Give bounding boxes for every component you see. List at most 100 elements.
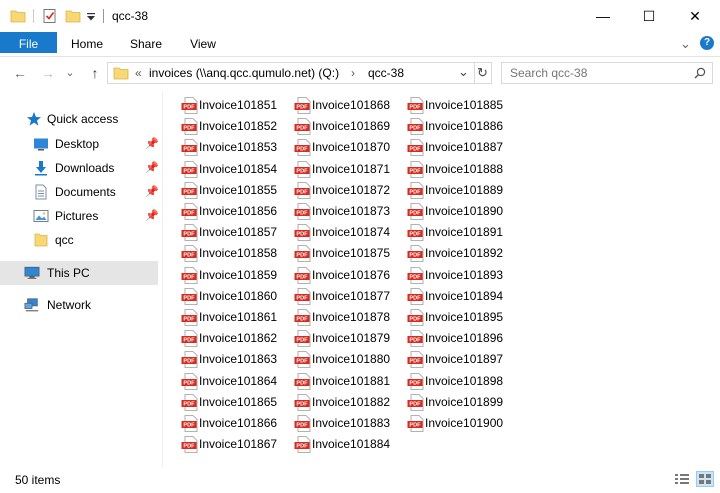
list-item[interactable]: PDF Invoice101871 — [283, 159, 395, 180]
list-item[interactable]: PDF Invoice101854 — [170, 159, 282, 180]
list-item[interactable]: PDF Invoice101891 — [396, 222, 508, 243]
search-input[interactable] — [510, 65, 690, 81]
list-item[interactable]: PDF Invoice101886 — [396, 116, 508, 137]
list-item[interactable]: PDF Invoice101867 — [170, 434, 282, 455]
breadcrumb-separator[interactable]: › — [351, 66, 355, 80]
breadcrumb-overflow[interactable]: « — [135, 66, 142, 80]
list-item[interactable]: PDF Invoice101872 — [283, 180, 395, 201]
list-item[interactable]: PDF Invoice101892 — [396, 243, 508, 264]
file-name: Invoice101852 — [199, 119, 278, 134]
sidebar-item-qcc[interactable]: qcc — [0, 228, 160, 252]
pdf-file-icon: PDF — [407, 393, 424, 411]
pdf-file-icon: PDF — [181, 160, 198, 178]
sidebar-item-quick-access[interactable]: Quick access — [0, 107, 160, 131]
pdf-file-icon: PDF — [181, 245, 198, 263]
list-item[interactable]: PDF Invoice101864 — [170, 371, 282, 392]
sidebar-item-pictures[interactable]: Pictures 📌 — [0, 204, 160, 228]
list-item[interactable]: PDF Invoice101885 — [396, 95, 508, 116]
sidebar-item-label: This PC — [47, 266, 90, 280]
pane-splitter[interactable] — [162, 92, 163, 467]
list-item[interactable]: PDF Invoice101857 — [170, 222, 282, 243]
pin-icon[interactable]: 📌 — [145, 161, 159, 174]
list-item[interactable]: PDF Invoice101856 — [170, 201, 282, 222]
tab-share[interactable]: Share — [121, 32, 171, 56]
list-item[interactable]: PDF Invoice101878 — [283, 307, 395, 328]
address-dropdown-icon[interactable]: ⌄ — [458, 64, 469, 80]
recent-locations-icon[interactable]: ⌄ — [62, 65, 78, 81]
pin-icon[interactable]: 📌 — [145, 209, 159, 222]
list-item[interactable]: PDF Invoice101870 — [283, 137, 395, 158]
list-item[interactable]: PDF Invoice101894 — [396, 286, 508, 307]
search-box[interactable] — [501, 62, 713, 84]
list-item[interactable]: PDF Invoice101899 — [396, 392, 508, 413]
up-arrow-icon[interactable]: ↑ — [87, 65, 103, 81]
list-item[interactable]: PDF Invoice101895 — [396, 307, 508, 328]
list-item[interactable]: PDF Invoice101896 — [396, 328, 508, 349]
help-icon[interactable]: ? — [700, 36, 714, 50]
details-view-icon[interactable] — [674, 472, 690, 486]
minimize-button[interactable]: — — [580, 0, 626, 32]
tab-file[interactable]: File — [0, 32, 57, 53]
list-item[interactable]: PDF Invoice101876 — [283, 265, 395, 286]
search-icon[interactable] — [694, 67, 706, 79]
list-item[interactable]: PDF Invoice101852 — [170, 116, 282, 137]
list-item[interactable]: PDF Invoice101865 — [170, 392, 282, 413]
back-arrow-icon[interactable]: ← — [12, 65, 28, 81]
list-item[interactable]: PDF Invoice101889 — [396, 180, 508, 201]
list-item[interactable]: PDF Invoice101853 — [170, 137, 282, 158]
list-item[interactable]: PDF Invoice101851 — [170, 95, 282, 116]
maximize-button[interactable]: ☐ — [626, 0, 672, 32]
list-item[interactable]: PDF Invoice101879 — [283, 328, 395, 349]
list-item[interactable]: PDF Invoice101897 — [396, 349, 508, 370]
tab-view[interactable]: View — [178, 32, 228, 56]
list-item[interactable]: PDF Invoice101884 — [283, 434, 395, 455]
new-folder-icon[interactable] — [65, 8, 81, 24]
close-button[interactable]: ✕ — [672, 0, 718, 32]
list-item[interactable]: PDF Invoice101893 — [396, 265, 508, 286]
refresh-icon[interactable]: ↻ — [477, 65, 488, 81]
list-item[interactable]: PDF Invoice101875 — [283, 243, 395, 264]
window-title: qcc-38 — [112, 9, 149, 23]
breadcrumb-folder[interactable]: qcc-38 — [368, 66, 404, 80]
expand-ribbon-icon[interactable]: ⌄ — [680, 36, 691, 52]
customize-quick-access-icon[interactable] — [86, 8, 96, 24]
sidebar-item-documents[interactable]: Documents 📌 — [0, 180, 160, 204]
forward-arrow-icon[interactable]: → — [40, 65, 56, 81]
list-item[interactable]: PDF Invoice101887 — [396, 137, 508, 158]
properties-icon[interactable] — [42, 8, 58, 24]
list-item[interactable]: PDF Invoice101881 — [283, 371, 395, 392]
list-item[interactable]: PDF Invoice101863 — [170, 349, 282, 370]
list-item[interactable]: PDF Invoice101880 — [283, 349, 395, 370]
list-item[interactable]: PDF Invoice101858 — [170, 243, 282, 264]
file-name: Invoice101893 — [425, 267, 504, 282]
sidebar-item-network[interactable]: Network — [0, 293, 160, 317]
large-icons-view-icon[interactable] — [696, 471, 714, 487]
list-item[interactable]: PDF Invoice101874 — [283, 222, 395, 243]
list-item[interactable]: PDF Invoice101888 — [396, 159, 508, 180]
list-item[interactable]: PDF Invoice101869 — [283, 116, 395, 137]
list-item[interactable]: PDF Invoice101859 — [170, 265, 282, 286]
pdf-file-icon: PDF — [294, 266, 311, 284]
sidebar-item-downloads[interactable]: Downloads 📌 — [0, 156, 160, 180]
sidebar-item-desktop[interactable]: Desktop 📌 — [0, 132, 160, 156]
list-item[interactable]: PDF Invoice101868 — [283, 95, 395, 116]
sidebar-item-this-pc[interactable]: This PC — [0, 261, 158, 285]
list-item[interactable]: PDF Invoice101898 — [396, 371, 508, 392]
list-item[interactable]: PDF Invoice101890 — [396, 201, 508, 222]
list-item[interactable]: PDF Invoice101883 — [283, 413, 395, 434]
list-item[interactable]: PDF Invoice101861 — [170, 307, 282, 328]
list-item[interactable]: PDF Invoice101862 — [170, 328, 282, 349]
list-item[interactable]: PDF Invoice101900 — [396, 413, 508, 434]
address-bar[interactable]: « invoices (\\anq.qcc.qumulo.net) (Q:) ›… — [107, 62, 492, 84]
list-item[interactable]: PDF Invoice101877 — [283, 286, 395, 307]
list-item[interactable]: PDF Invoice101855 — [170, 180, 282, 201]
tab-home[interactable]: Home — [62, 32, 112, 56]
list-item[interactable]: PDF Invoice101873 — [283, 201, 395, 222]
list-item[interactable]: PDF Invoice101860 — [170, 286, 282, 307]
pin-icon[interactable]: 📌 — [145, 185, 159, 198]
pin-icon[interactable]: 📌 — [145, 137, 159, 150]
file-name: Invoice101868 — [312, 98, 391, 112]
breadcrumb-drive[interactable]: invoices (\\anq.qcc.qumulo.net) (Q:) — [149, 66, 339, 80]
list-item[interactable]: PDF Invoice101882 — [283, 392, 395, 413]
list-item[interactable]: PDF Invoice101866 — [170, 413, 282, 434]
